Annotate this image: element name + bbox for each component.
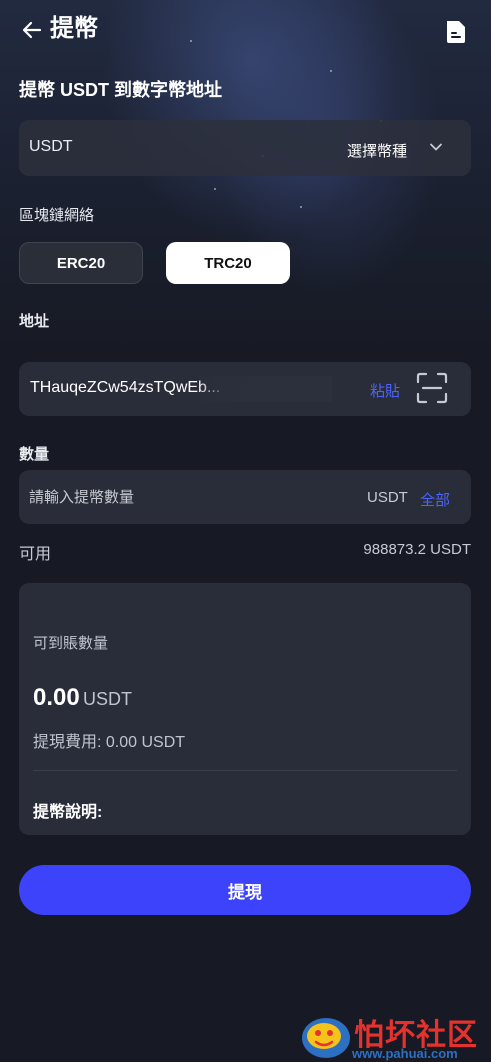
address-label: 地址: [19, 313, 50, 330]
address-blur-mask: [197, 376, 332, 402]
header-background: [0, 0, 491, 360]
star-decor: [214, 188, 216, 190]
chevron-down-icon: [429, 140, 443, 154]
withdraw-submit-button[interactable]: 提現: [19, 865, 471, 915]
network-option-trc20[interactable]: TRC20: [166, 242, 290, 284]
amount-label: 數量: [19, 446, 50, 463]
star-decor: [190, 40, 192, 42]
coin-select-hint: 選擇幣種: [346, 143, 407, 160]
network-label: 區塊鏈網絡: [19, 207, 95, 224]
scan-qr-icon[interactable]: [416, 372, 448, 404]
star-decor: [300, 206, 302, 208]
amount-input[interactable]: [29, 484, 289, 510]
star-decor: [330, 70, 332, 72]
site-watermark: 怕坏社区 www.pahuai.com: [300, 1008, 491, 1062]
section-title: 提幣 USDT 到數字幣地址: [19, 80, 223, 100]
amount-unit: USDT: [367, 489, 408, 506]
withdraw-note-label: 提幣說明:: [33, 804, 103, 821]
summary-card: 可到賬數量 0.00 USDT 提現費用: 0.00 USDT 提幣說明:: [19, 583, 471, 835]
watermark-logo-icon: [302, 1018, 350, 1058]
record-document-icon[interactable]: [444, 19, 468, 45]
back-arrow-icon[interactable]: [20, 18, 44, 42]
coin-select[interactable]: USDT 選擇幣種: [19, 120, 471, 176]
page-title: 提幣: [50, 15, 98, 42]
network-option-erc20[interactable]: ERC20: [19, 242, 143, 284]
arrive-amount-unit: USDT: [83, 689, 132, 709]
address-field[interactable]: THauqeZCw54zsTQwEb... 粘貼: [19, 362, 471, 416]
available-label: 可用: [19, 546, 52, 563]
fee-text: 提現費用: 0.00 USDT: [33, 734, 186, 751]
amount-all-button[interactable]: 全部: [420, 489, 450, 510]
coin-select-value: USDT: [29, 138, 73, 155]
arrive-amount-label: 可到賬數量: [33, 635, 109, 652]
paste-button[interactable]: 粘貼: [370, 380, 400, 401]
available-value: 988873.2 USDT: [363, 541, 471, 558]
arrive-amount-value: 0.00: [33, 684, 80, 711]
divider: [33, 770, 457, 771]
watermark-url: www.pahuai.com: [352, 1046, 458, 1061]
amount-field: USDT 全部: [19, 470, 471, 524]
